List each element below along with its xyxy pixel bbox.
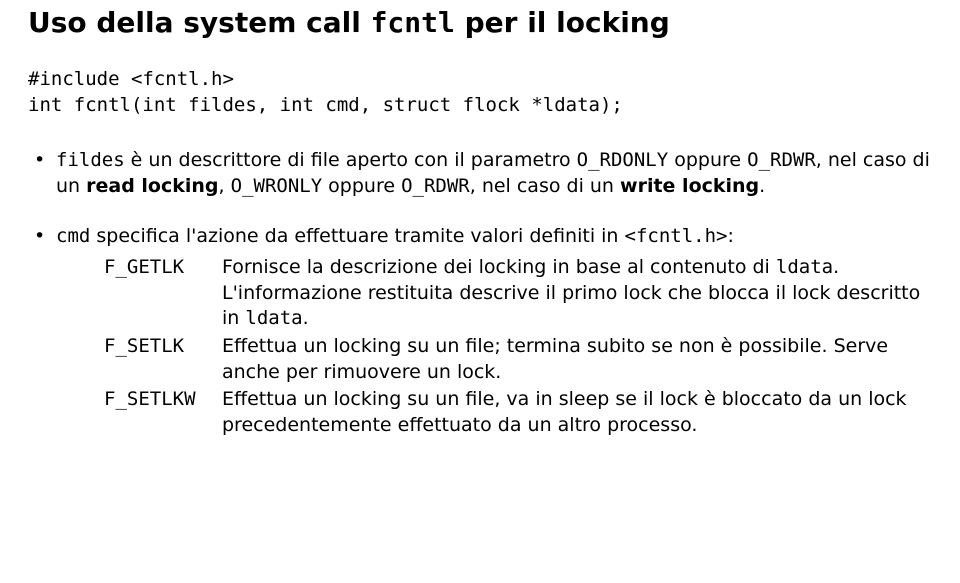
text: , nel caso di un — [470, 175, 620, 197]
definition-term: F_GETLK — [104, 255, 222, 281]
inline-code: O_WRONLY — [231, 175, 323, 197]
inline-code: fildes — [56, 149, 125, 171]
list-item: fildes è un descrittore di file aperto c… — [28, 148, 936, 199]
inline-code: O_RDWR — [747, 149, 816, 171]
title-code: fcntl — [371, 6, 455, 39]
definition-list: F_GETLK Fornisce la descrizione dei lock… — [104, 255, 936, 438]
text: oppure — [668, 149, 747, 171]
text: Fornisce la descrizione dei locking in b… — [222, 256, 776, 278]
definition-term: F_SETLK — [104, 334, 222, 360]
definition-desc: Effettua un locking su un file; termina … — [222, 334, 936, 385]
bold-text: write locking — [620, 175, 759, 197]
text: . — [303, 307, 309, 329]
code-line-1: #include <fcntl.h> — [28, 68, 234, 90]
text: , — [219, 175, 231, 197]
text: . — [759, 175, 765, 197]
definition-row: F_SETLKW Effettua un locking su un file,… — [104, 387, 936, 438]
definition-desc: Fornisce la descrizione dei locking in b… — [222, 255, 936, 332]
bold-text: read locking — [86, 175, 218, 197]
inline-code: ldata — [245, 307, 302, 329]
text: è un descrittore di file aperto con il p… — [125, 149, 577, 171]
text: : — [727, 225, 733, 247]
document-page: Uso della system call fcntl per il locki… — [0, 0, 960, 439]
code-block: #include <fcntl.h> int fcntl(int fildes,… — [28, 67, 936, 118]
title-text-pre: Uso della system call — [28, 6, 371, 39]
bullet-list: fildes è un descrittore di file aperto c… — [28, 148, 936, 438]
title-text-post: per il locking — [455, 6, 670, 39]
code-line-2: int fcntl(int fildes, int cmd, struct fl… — [28, 94, 623, 116]
text: specifica l'azione da effettuare tramite… — [90, 225, 624, 247]
definition-term: F_SETLKW — [104, 387, 222, 413]
page-title: Uso della system call fcntl per il locki… — [28, 6, 936, 39]
definition-desc: Effettua un locking su un file, va in sl… — [222, 387, 936, 438]
inline-code: cmd — [56, 225, 90, 247]
inline-code: ldata — [776, 256, 833, 278]
inline-code: O_RDWR — [401, 175, 470, 197]
definition-row: F_GETLK Fornisce la descrizione dei lock… — [104, 255, 936, 332]
inline-code: O_RDONLY — [577, 149, 669, 171]
inline-code: <fcntl.h> — [625, 225, 728, 247]
text: oppure — [322, 175, 401, 197]
definition-row: F_SETLK Effettua un locking su un file; … — [104, 334, 936, 385]
list-item: cmd specifica l'azione da effettuare tra… — [28, 224, 936, 439]
